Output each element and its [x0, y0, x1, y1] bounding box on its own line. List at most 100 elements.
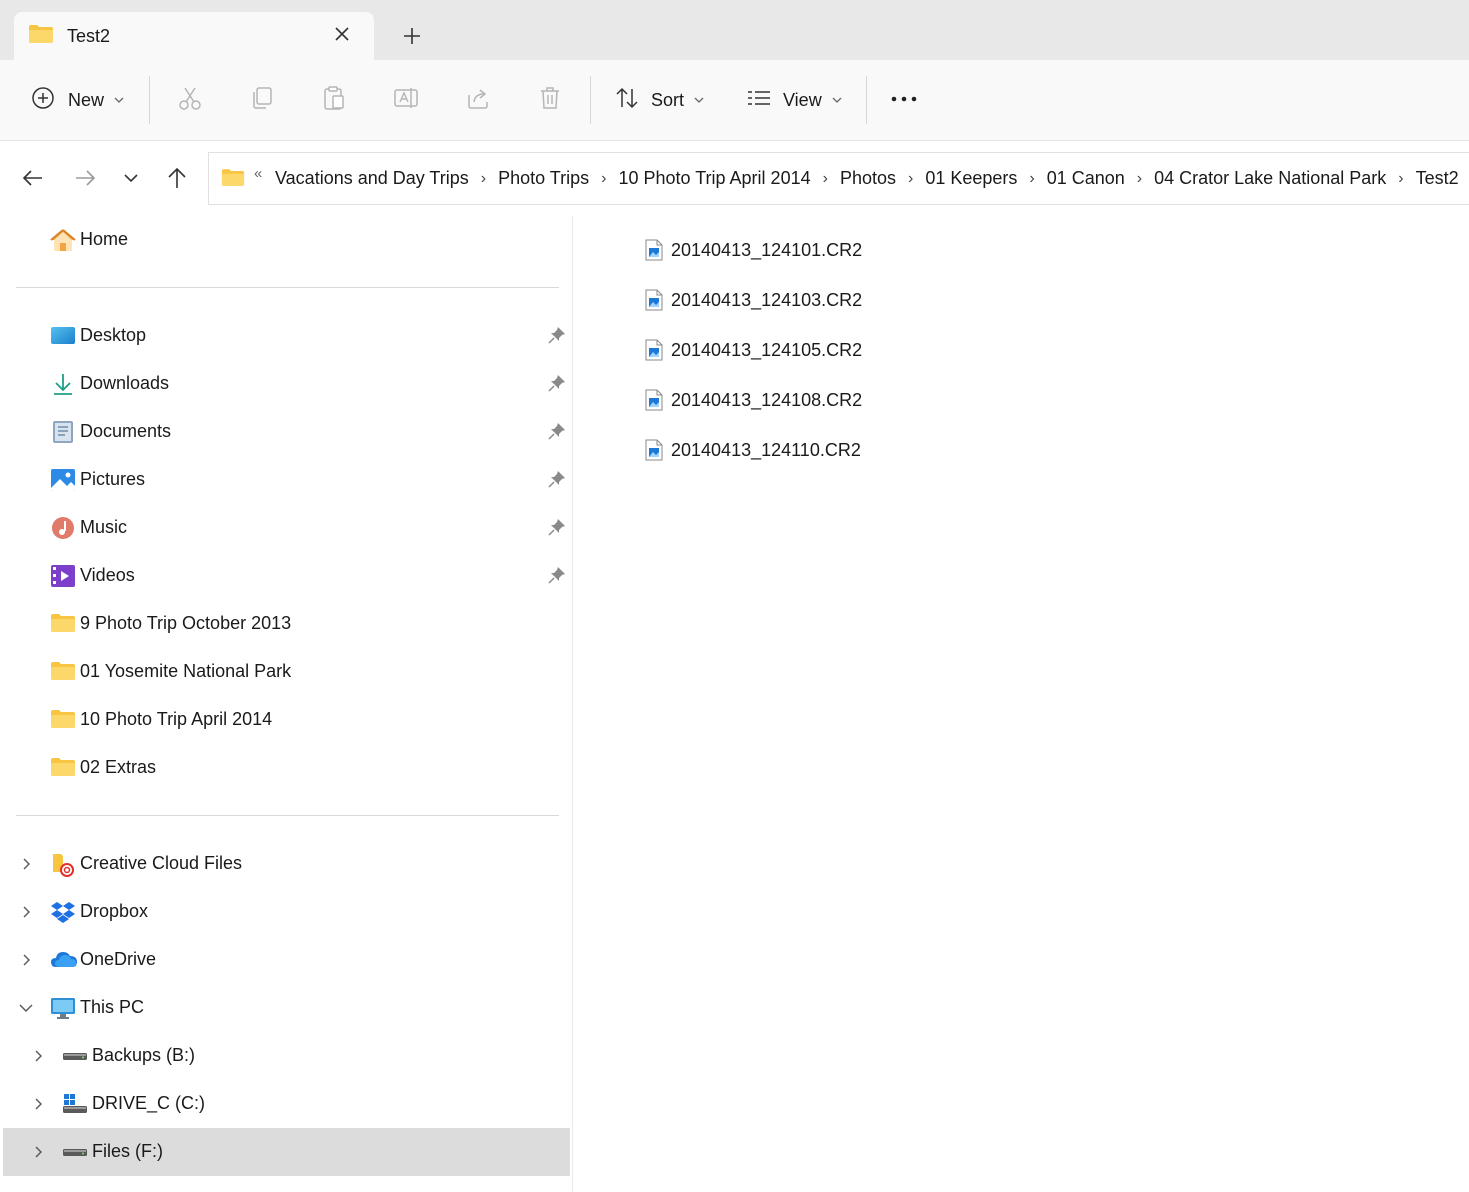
share-button[interactable] [465, 60, 491, 140]
paste-button[interactable] [321, 60, 347, 140]
sidebar-item-files-drive[interactable]: Files (F:) [3, 1128, 570, 1176]
breadcrumb-item[interactable]: Photo Trips [498, 168, 589, 189]
chevron-right-icon[interactable]: › [1029, 170, 1034, 188]
home-icon [50, 228, 76, 252]
chevron-right-icon[interactable] [29, 1095, 47, 1113]
pin-icon[interactable] [548, 566, 566, 584]
breadcrumb-item[interactable]: 10 Photo Trip April 2014 [618, 168, 810, 189]
back-arrow-icon[interactable] [20, 165, 46, 191]
recent-locations-chevron-icon[interactable] [118, 165, 144, 191]
list-item[interactable]: 20140413_124103.CR2 [645, 284, 905, 314]
sidebar-item-dropbox[interactable]: Dropbox [0, 888, 572, 936]
forward-arrow-icon[interactable] [72, 165, 98, 191]
pin-icon[interactable] [548, 470, 566, 488]
drive-icon [62, 1140, 87, 1164]
system-drive-icon [62, 1092, 87, 1116]
up-arrow-icon[interactable] [164, 165, 190, 191]
toolbar-separator [149, 76, 150, 124]
chevron-down-icon [694, 91, 704, 109]
address-bar[interactable]: « Vacations and Day Trips › Photo Trips … [208, 152, 1469, 205]
chevron-right-icon[interactable]: › [1398, 170, 1403, 188]
raw-image-file-icon [645, 289, 663, 316]
sidebar-item-10-photo-trip-april-2014[interactable]: 10 Photo Trip April 2014 [0, 696, 572, 744]
raw-image-file-icon [645, 339, 663, 366]
breadcrumb-item[interactable]: 01 Canon [1047, 168, 1125, 189]
chevron-right-icon[interactable]: › [601, 170, 606, 188]
breadcrumb-item[interactable]: Test2 [1416, 168, 1459, 189]
sidebar-item-9-photo-trip-october-2013[interactable]: 9 Photo Trip October 2013 [0, 600, 572, 648]
sidebar-item-01-yosemite-national-park[interactable]: 01 Yosemite National Park [0, 648, 572, 696]
sidebar-item-videos[interactable]: Videos [0, 552, 572, 600]
sidebar-item-drive-c[interactable]: DRIVE_C (C:) [0, 1080, 572, 1128]
sidebar-item-label: Music [80, 517, 128, 537]
sidebar-item-downloads[interactable]: Downloads [0, 360, 572, 408]
sidebar-item-label: Videos [80, 565, 135, 585]
sidebar-item-documents[interactable]: Documents [0, 408, 572, 456]
raw-image-file-icon [645, 239, 663, 266]
sidebar-item-label: 01 Yosemite National Park [80, 661, 292, 681]
chevron-right-icon[interactable]: › [481, 170, 486, 188]
list-item[interactable]: 20140413_124105.CR2 [645, 334, 905, 364]
list-item[interactable]: 20140413_124101.CR2 [645, 234, 905, 264]
sidebar-item-music[interactable]: Music [0, 504, 572, 552]
breadcrumb-item[interactable]: 01 Keepers [925, 168, 1017, 189]
breadcrumb-item[interactable]: Vacations and Day Trips [275, 168, 469, 189]
sidebar-item-onedrive[interactable]: OneDrive [0, 936, 572, 984]
plus-icon[interactable] [400, 24, 424, 48]
toolbar-separator [866, 76, 867, 124]
copy-button[interactable] [249, 60, 275, 140]
chevron-right-icon[interactable] [29, 1143, 47, 1161]
rename-button[interactable] [393, 60, 419, 140]
sidebar-item-this-pc[interactable]: This PC [0, 984, 572, 1032]
folder-icon [50, 612, 75, 636]
list-item[interactable]: 20140413_124108.CR2 [645, 384, 905, 414]
pin-icon[interactable] [548, 422, 566, 440]
new-button[interactable]: New [30, 60, 124, 140]
dropbox-icon [50, 900, 75, 924]
close-icon[interactable] [332, 24, 352, 44]
chevron-right-icon[interactable]: › [823, 170, 828, 188]
chevron-down-icon[interactable] [17, 999, 35, 1017]
sort-label: Sort [651, 89, 685, 110]
tab-test2[interactable]: Test2 [14, 12, 374, 60]
delete-icon [537, 85, 563, 116]
view-button[interactable]: View [746, 60, 842, 140]
toolbar-separator [590, 76, 591, 124]
cut-icon [177, 85, 203, 116]
sidebar-item-home[interactable]: Home [0, 216, 572, 264]
chevron-right-icon[interactable] [17, 951, 35, 969]
rename-icon [393, 85, 419, 116]
view-label: View [783, 89, 822, 110]
sort-button[interactable]: Sort [614, 60, 704, 140]
chevron-right-icon[interactable]: › [1137, 170, 1142, 188]
see-more-button[interactable] [890, 60, 918, 140]
sidebar-item-pictures[interactable]: Pictures [0, 456, 572, 504]
creative-cloud-icon [50, 852, 74, 877]
chevron-right-icon[interactable] [17, 855, 35, 873]
chevron-down-icon [114, 91, 124, 109]
cut-button[interactable] [177, 60, 203, 140]
breadcrumb-item[interactable]: 04 Crator Lake National Park [1154, 168, 1386, 189]
sidebar-item-creative-cloud-files[interactable]: Creative Cloud Files [0, 840, 572, 888]
breadcrumb-item[interactable]: Photos [840, 168, 896, 189]
sidebar-item-label: Downloads [80, 373, 170, 393]
chevron-right-icon[interactable]: › [908, 170, 913, 188]
delete-button[interactable] [537, 60, 563, 140]
breadcrumb-overflow[interactable]: « [254, 165, 262, 182]
chevron-right-icon[interactable] [29, 1047, 47, 1065]
sidebar-item-label: 02 Extras [80, 757, 157, 777]
chevron-right-icon[interactable] [17, 903, 35, 921]
plus-circle-icon [30, 85, 56, 116]
pin-icon[interactable] [548, 518, 566, 536]
sidebar-item-label: Dropbox [80, 901, 149, 921]
sidebar-item-label: DRIVE_C (C:) [92, 1093, 206, 1113]
sidebar-item-desktop[interactable]: Desktop [0, 312, 572, 360]
folder-icon [50, 660, 75, 684]
sidebar-divider [16, 815, 559, 816]
pin-icon[interactable] [548, 326, 566, 344]
sidebar-item-backups-drive[interactable]: Backups (B:) [0, 1032, 572, 1080]
sidebar-item-02-extras[interactable]: 02 Extras [0, 744, 572, 792]
breadcrumb: Vacations and Day Trips › Photo Trips › … [275, 168, 1459, 189]
list-item[interactable]: 20140413_124110.CR2 [645, 434, 905, 464]
pin-icon[interactable] [548, 374, 566, 392]
